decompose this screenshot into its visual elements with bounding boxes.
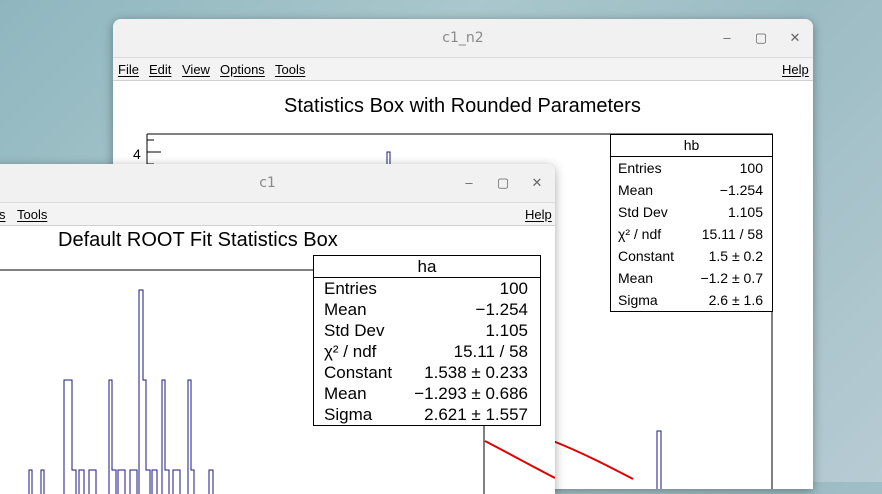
- stats-label: Std Dev: [324, 321, 385, 340]
- minimize-icon[interactable]: –: [459, 173, 479, 193]
- menu-tools[interactable]: Tools: [17, 207, 47, 222]
- menu-tools[interactable]: Tools: [275, 62, 305, 77]
- stats-value: 100: [739, 160, 763, 176]
- stats-label: Mean: [618, 182, 654, 198]
- stats-row: χ² / ndf 15.11 / 58: [611, 223, 772, 245]
- stats-row: Mean −1.2 ± 0.7: [611, 267, 772, 289]
- stats-row: Std Dev 1.105: [611, 201, 772, 223]
- menu-help[interactable]: Help: [782, 62, 809, 77]
- stats-value: 1.538 ± 0.233: [424, 363, 528, 382]
- stats-value: 15.11 / 58: [701, 226, 763, 242]
- menu-help[interactable]: Help: [525, 207, 552, 222]
- menu-edit[interactable]: Edit: [149, 62, 171, 77]
- close-icon[interactable]: ✕: [785, 28, 805, 48]
- stats-row: Mean −1.254: [611, 179, 772, 201]
- histogram-bin: [656, 430, 662, 489]
- stats-table: Entries 100 Mean −1.254 Std Dev 1.105 χ² / ndf…: [314, 278, 540, 425]
- stats-label: Mean: [324, 384, 367, 403]
- title-bar[interactable]: c1 – ▢ ✕: [0, 164, 555, 203]
- histogram: [28, 289, 214, 494]
- stats-value: −1.254: [719, 182, 763, 198]
- stats-row: Entries 100: [314, 278, 540, 299]
- menu-bar: s Tools Help: [0, 203, 555, 226]
- stats-label: χ² / ndf: [618, 226, 662, 242]
- stats-box[interactable]: hb Entries 100 Mean −1.254 Std Dev 1.105 χ² / …: [610, 134, 773, 312]
- menu-options[interactable]: Options: [220, 62, 265, 77]
- stats-label: Sigma: [618, 292, 658, 308]
- maximize-icon[interactable]: ▢: [493, 173, 513, 193]
- stats-row: χ² / ndf 15.11 / 58: [314, 341, 540, 362]
- stats-value: 1.5 ± 0.2: [708, 248, 763, 264]
- stats-label: Entries: [618, 160, 662, 176]
- stats-value: 1.105: [485, 321, 528, 340]
- stats-row: Constant 1.5 ± 0.2: [611, 245, 772, 267]
- stats-label: Entries: [324, 279, 377, 298]
- stats-value: 2.621 ± 1.557: [424, 405, 528, 424]
- stats-value: 2.6 ± 1.6: [708, 292, 763, 308]
- stats-row: Sigma 2.621 ± 1.557: [314, 404, 540, 425]
- stats-value: 15.11 / 58: [453, 342, 528, 361]
- stats-box[interactable]: ha Entries 100 Mean −1.254 Std Dev 1.105 χ² / …: [313, 255, 541, 426]
- stats-row: Sigma 2.6 ± 1.6: [611, 289, 772, 311]
- stats-label: χ² / ndf: [324, 342, 377, 361]
- stats-value: −1.293 ± 0.686: [414, 384, 528, 403]
- stats-label: Std Dev: [618, 204, 668, 220]
- fit-curve: [552, 440, 634, 480]
- fit-curve: [484, 440, 555, 479]
- stats-value: −1.254: [475, 300, 528, 319]
- stats-value: 100: [499, 279, 528, 298]
- stats-label: Constant: [618, 248, 675, 264]
- minimize-icon[interactable]: –: [717, 28, 737, 48]
- stats-label: Mean: [618, 270, 654, 286]
- title-bar[interactable]: c1_n2 – ▢ ✕: [113, 19, 813, 58]
- stats-row: Entries 100: [611, 157, 772, 179]
- menu-bar: File Edit View Options Tools Help: [113, 58, 813, 81]
- window-title: c1_n2: [442, 30, 484, 46]
- menu-file[interactable]: File: [118, 62, 139, 77]
- stats-row: Mean −1.254: [314, 299, 540, 320]
- stats-table: Entries 100 Mean −1.254 Std Dev 1.105 χ² / ndf…: [611, 157, 772, 311]
- stats-label: Mean: [324, 300, 367, 319]
- stats-label: Constant: [324, 363, 393, 382]
- stats-row: Std Dev 1.105: [314, 320, 540, 341]
- stats-value: 1.105: [727, 204, 763, 220]
- stats-box-name: ha: [314, 256, 540, 278]
- canvas-window-c1: c1 – ▢ ✕ s Tools Help Default ROOT Fit S…: [0, 164, 555, 494]
- menu-options[interactable]: s: [0, 207, 6, 222]
- menu-view[interactable]: View: [182, 62, 210, 77]
- maximize-icon[interactable]: ▢: [751, 28, 771, 48]
- stats-box-name: hb: [611, 135, 772, 157]
- stats-row: Constant 1.538 ± 0.233: [314, 362, 540, 383]
- stats-label: Sigma: [324, 405, 373, 424]
- close-icon[interactable]: ✕: [527, 173, 547, 193]
- stats-value: −1.2 ± 0.7: [700, 270, 763, 286]
- y-tick-label: 4: [133, 146, 141, 162]
- stats-row: Mean −1.293 ± 0.686: [314, 383, 540, 404]
- plot-canvas[interactable]: Default ROOT Fit Statistics Box ha Entri…: [0, 226, 555, 494]
